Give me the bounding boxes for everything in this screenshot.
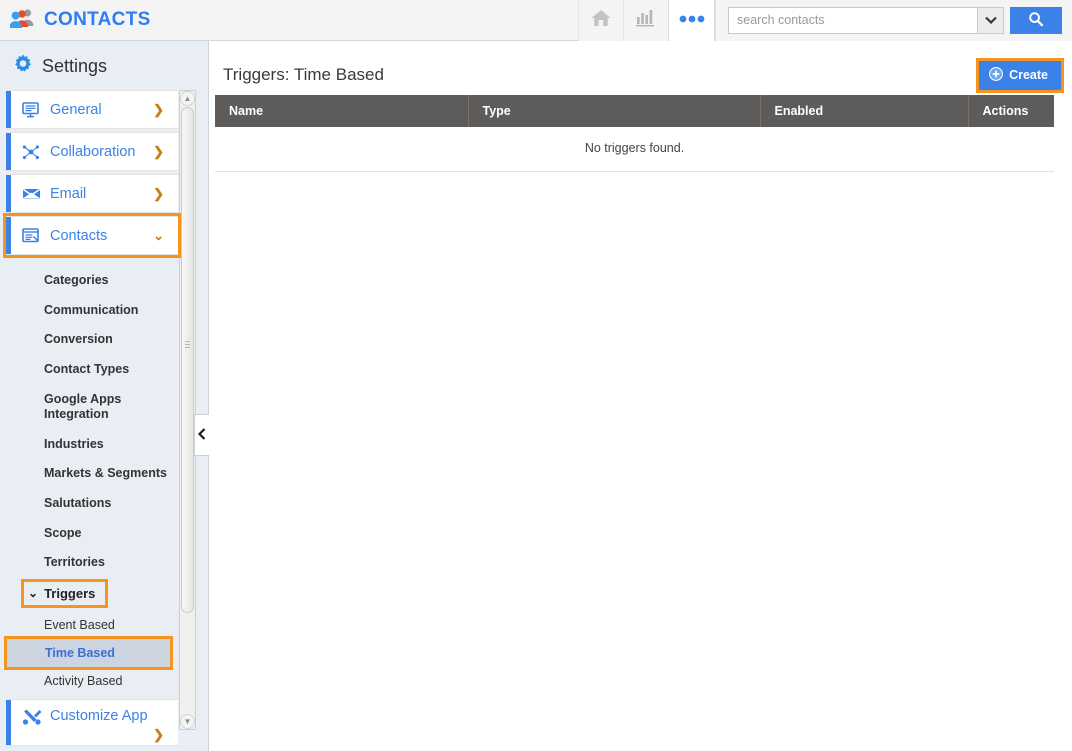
chevron-right-icon: ❯ — [153, 726, 164, 742]
column-header-enabled[interactable]: Enabled — [760, 95, 969, 127]
triggers-group-wrap: ⌄ Triggers — [6, 578, 178, 608]
table-header: Name Type Enabled Actions — [215, 95, 1054, 127]
chevron-right-icon: ❯ — [153, 101, 164, 117]
envelope-icon — [22, 186, 44, 201]
search-zone — [715, 0, 1072, 41]
submenu-item-event-based[interactable]: Event Based — [6, 611, 178, 639]
sidebar-item-collaboration[interactable]: Collaboration ❯ — [6, 132, 178, 171]
reports-button[interactable] — [623, 0, 668, 41]
main-header: Triggers: Time Based Create — [209, 41, 1072, 95]
chevron-left-icon — [197, 427, 206, 443]
column-header-type[interactable]: Type — [468, 95, 761, 127]
ellipsis-icon — [677, 11, 707, 29]
sidebar-item-email[interactable]: Email ❯ — [6, 174, 178, 213]
window-icon — [22, 227, 44, 244]
scrollbar-thumb[interactable] — [181, 107, 194, 613]
sidebar-item-customize-app[interactable]: Customize App ❯ — [6, 698, 178, 746]
sidebar-item-general[interactable]: General ❯ — [6, 90, 178, 129]
submenu-item-time-based[interactable]: Time Based — [4, 635, 173, 670]
chevron-down-icon: ⌄ — [153, 227, 164, 243]
sidebar-title: Settings — [42, 56, 108, 76]
plus-circle-icon — [989, 66, 1004, 84]
submenu-group-triggers[interactable]: ⌄ Triggers — [20, 578, 109, 608]
column-header-actions[interactable]: Actions — [968, 95, 1054, 127]
triggers-table: Name Type Enabled Actions No triggers fo… — [215, 95, 1054, 172]
empty-state-message: No triggers found. — [215, 127, 1054, 172]
scroll-up-arrow-icon[interactable]: ▲ — [180, 91, 195, 106]
sidebar-item-contacts[interactable]: Contacts ⌄ — [3, 213, 181, 258]
sidebar-item-label: Contacts — [50, 227, 108, 244]
submenu-item-conversion[interactable]: Conversion — [6, 325, 178, 355]
app-title: CONTACTS — [44, 9, 151, 30]
sidebar-item-label: Email — [50, 185, 87, 202]
chevron-right-icon: ❯ — [153, 185, 164, 201]
table-header-row: Name Type Enabled Actions — [215, 95, 1054, 127]
submenu-item-scope[interactable]: Scope — [6, 519, 178, 549]
magnifier-icon — [1028, 11, 1044, 30]
more-menu-button[interactable] — [668, 0, 715, 41]
sidebar-item-label: Collaboration — [50, 143, 136, 160]
search-input[interactable] — [729, 7, 977, 33]
create-button[interactable]: Create — [976, 57, 1064, 93]
main-content: Triggers: Time Based Create Name Type En… — [209, 41, 1072, 751]
submenu-item-territories[interactable]: Territories — [6, 548, 178, 578]
submenu-item-google-apps-integration[interactable]: Google Apps Integration — [6, 385, 136, 430]
empty-state-row: No triggers found. — [215, 127, 1054, 172]
search-scope-dropdown[interactable] — [977, 7, 1003, 33]
contacts-submenu: Categories Communication Conversion Cont… — [4, 258, 178, 695]
bar-chart-icon — [636, 8, 656, 32]
scroll-down-arrow-icon[interactable]: ▼ — [180, 714, 195, 729]
page-title: Triggers: Time Based — [223, 65, 384, 84]
sidebar-scrollbar[interactable]: ▲ ▼ — [179, 90, 196, 730]
submenu-item-markets-segments[interactable]: Markets & Segments — [6, 459, 178, 489]
app-logo[interactable]: CONTACTS — [0, 0, 151, 41]
submenu-item-salutations[interactable]: Salutations — [6, 489, 178, 519]
sidebar-collapse-handle[interactable] — [194, 414, 210, 456]
monitor-icon — [22, 101, 44, 118]
sidebar-item-label: General — [50, 101, 102, 118]
gear-icon — [12, 53, 34, 80]
table-body: No triggers found. — [215, 127, 1054, 172]
sidebar-header: Settings — [0, 41, 208, 90]
submenu-item-activity-based[interactable]: Activity Based — [6, 667, 178, 695]
search-box[interactable] — [728, 6, 1004, 34]
app-root: CONTACTS search contacts Settings Genera… — [0, 0, 1072, 751]
tools-icon — [22, 708, 44, 726]
home-icon — [590, 8, 612, 33]
chevron-right-icon: ❯ — [153, 143, 164, 159]
sidebar-menu-list: General ❯ Collaboration ❯ Email ❯ Contac… — [3, 90, 181, 746]
submenu-item-industries[interactable]: Industries — [6, 430, 178, 460]
submenu-group-label: Triggers — [44, 585, 96, 601]
submenu-item-contact-types[interactable]: Contact Types — [6, 355, 178, 385]
create-button-label: Create — [1009, 68, 1048, 82]
submenu-item-categories[interactable]: Categories — [6, 266, 178, 296]
chevron-down-icon — [984, 11, 997, 29]
column-header-name[interactable]: Name — [215, 95, 469, 127]
people-group-icon — [9, 8, 36, 33]
settings-sidebar: Settings General ❯ Collaboration ❯ Email… — [0, 41, 210, 751]
search-button[interactable] — [1010, 6, 1062, 34]
submenu-item-communication[interactable]: Communication — [6, 296, 178, 326]
home-button[interactable] — [578, 0, 623, 41]
scrollbar-grip — [185, 341, 190, 349]
sidebar-scroll-area: General ❯ Collaboration ❯ Email ❯ Contac… — [3, 90, 196, 746]
chevron-down-icon: ⌄ — [28, 586, 39, 601]
sidebar-item-label: Customize App — [50, 707, 148, 724]
top-bar: CONTACTS — [0, 0, 1072, 41]
network-icon — [22, 143, 44, 161]
